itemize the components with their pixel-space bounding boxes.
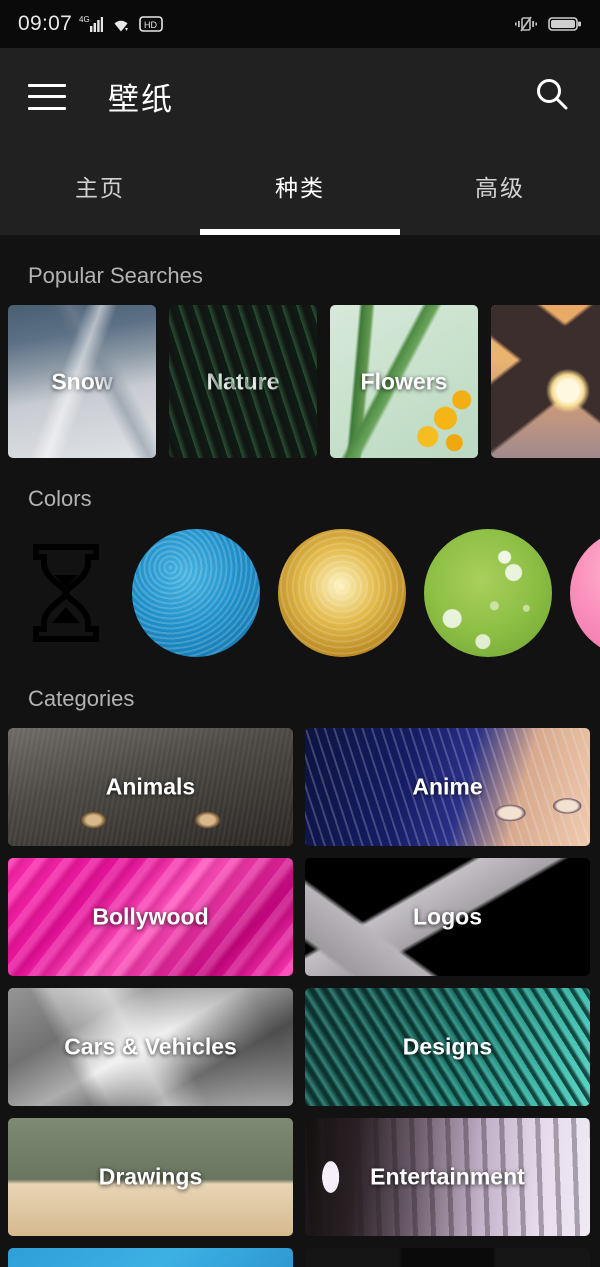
battery-icon bbox=[548, 15, 582, 33]
search-card-label: Snow bbox=[51, 368, 113, 394]
categories-grid: Animals Anime Bollywood Logos Cars & Veh… bbox=[0, 728, 600, 1267]
section-title-colors: Colors bbox=[28, 486, 92, 511]
category-card-drawings[interactable]: Drawings bbox=[8, 1118, 293, 1236]
category-card-label: Drawings bbox=[98, 1163, 203, 1190]
color-swatch-pink[interactable] bbox=[570, 529, 600, 657]
signal-bars-icon: 4G bbox=[79, 14, 104, 34]
hamburger-menu-icon[interactable] bbox=[28, 83, 66, 110]
hourglass-icon bbox=[18, 538, 114, 648]
svg-text:4G: 4G bbox=[79, 15, 90, 24]
category-card-designs[interactable]: Designs bbox=[305, 988, 590, 1106]
search-card-love[interactable]: Love bbox=[491, 305, 600, 458]
search-card-nature[interactable]: Nature bbox=[169, 305, 317, 458]
category-card-label: Bollywood bbox=[92, 903, 209, 930]
category-card-cars-vehicles[interactable]: Cars & Vehicles bbox=[8, 988, 293, 1106]
page-title: 壁纸 bbox=[108, 82, 174, 117]
status-bar-left: 09:07 4G HD bbox=[18, 12, 163, 36]
status-bar: 09:07 4G HD bbox=[0, 0, 600, 48]
search-card-label: Love bbox=[538, 368, 592, 394]
search-card-label: Flowers bbox=[360, 368, 448, 394]
tab-categories[interactable]: 种类 bbox=[200, 145, 400, 235]
section-title-categories: Categories bbox=[28, 686, 135, 711]
section-title-popular-searches: Popular Searches bbox=[28, 263, 203, 288]
category-card-label: Designs bbox=[402, 1033, 493, 1060]
search-icon[interactable] bbox=[532, 74, 572, 119]
hd-icon: HD bbox=[139, 15, 163, 33]
category-card-partial-left[interactable] bbox=[8, 1248, 293, 1267]
scroll-content[interactable]: Popular Searches Snow Nature Flowers Lov… bbox=[0, 235, 600, 1267]
color-swatch-green[interactable] bbox=[424, 529, 552, 657]
popular-searches-row[interactable]: Snow Nature Flowers Love bbox=[0, 305, 600, 458]
category-card-label: Cars & Vehicles bbox=[64, 1033, 237, 1060]
wifi-icon bbox=[110, 15, 132, 33]
search-card-label: Nature bbox=[206, 368, 280, 394]
status-bar-right bbox=[514, 14, 582, 34]
colors-row[interactable] bbox=[0, 528, 600, 658]
tab-advanced[interactable]: 高级 bbox=[400, 145, 600, 235]
category-card-animals[interactable]: Animals bbox=[8, 728, 293, 846]
color-swatch-gold[interactable] bbox=[278, 529, 406, 657]
tab-home-label: 主页 bbox=[75, 175, 125, 201]
app-bar: 壁纸 bbox=[0, 48, 600, 145]
category-card-label: Entertainment bbox=[370, 1163, 525, 1190]
tab-categories-label: 种类 bbox=[275, 175, 325, 201]
tab-bar: 主页 种类 高级 bbox=[0, 145, 600, 235]
category-card-entertainment[interactable]: Entertainment bbox=[305, 1118, 590, 1236]
category-card-label: Animals bbox=[105, 773, 196, 800]
category-card-label: Logos bbox=[413, 903, 482, 930]
color-swatch-blue[interactable] bbox=[132, 529, 260, 657]
category-card-bollywood[interactable]: Bollywood bbox=[8, 858, 293, 976]
category-card-logos[interactable]: Logos bbox=[305, 858, 590, 976]
svg-text:HD: HD bbox=[144, 20, 157, 30]
category-card-partial-right[interactable] bbox=[305, 1248, 590, 1267]
search-card-snow[interactable]: Snow bbox=[8, 305, 156, 458]
tab-home[interactable]: 主页 bbox=[0, 145, 200, 235]
vibrate-icon bbox=[514, 14, 538, 34]
tab-advanced-label: 高级 bbox=[475, 175, 525, 201]
search-card-flowers[interactable]: Flowers bbox=[330, 305, 478, 458]
category-card-anime[interactable]: Anime bbox=[305, 728, 590, 846]
status-time: 09:07 bbox=[18, 12, 73, 35]
category-card-label: Anime bbox=[412, 773, 483, 800]
